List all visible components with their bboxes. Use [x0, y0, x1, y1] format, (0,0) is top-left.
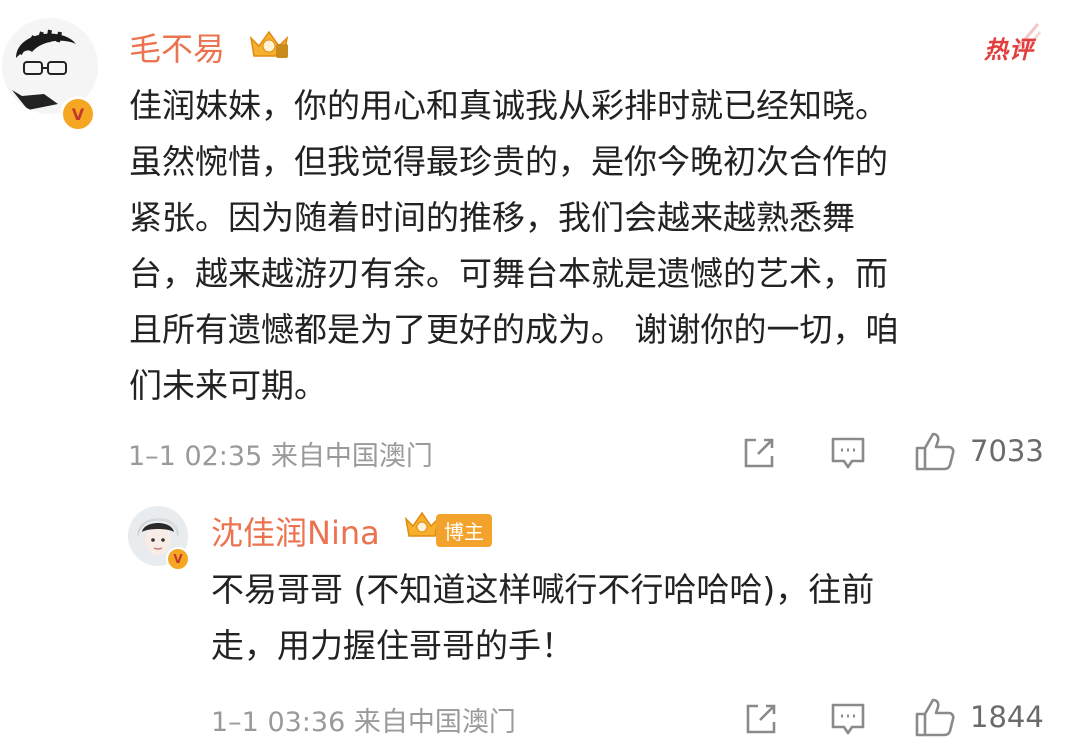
vip-crown-icon — [404, 511, 440, 537]
comment-text-line: 佳润妹妹，你的用心和真诚我从彩排时就已经知晓。 — [129, 86, 888, 125]
like-icon[interactable] — [914, 430, 956, 472]
like-count: 1844 — [970, 700, 1044, 734]
like-icon[interactable] — [914, 696, 956, 738]
reply-text: 不易哥哥 (不知道这样喊行不行哈哈哈)，往前 走，用力握住哥哥的手！ — [211, 562, 1041, 674]
share-icon[interactable] — [744, 702, 778, 736]
comment-text-line: 台，越来越游刃有余。可舞台本就是遗憾的艺术，而 — [129, 254, 888, 293]
comment-text-line: 且所有遗憾都是为了更好的成为。 谢谢你的一切，咱 — [129, 310, 899, 349]
vip-crown-icon — [249, 30, 289, 58]
comment-text-line: 们未来可期。 — [129, 366, 327, 405]
hot-comment-badge: 热评 — [984, 36, 1034, 64]
reply-text-line: 不易哥哥 (不知道这样喊行不行哈哈哈)，往前 — [211, 570, 875, 609]
comment-meta: 1–1 02:35 来自中国澳门 — [128, 441, 433, 472]
like-count: 7033 — [970, 434, 1044, 468]
verified-badge-icon: V — [60, 96, 96, 132]
verified-badge-icon: V — [166, 547, 190, 571]
comment-icon[interactable] — [830, 702, 866, 736]
comment-icon[interactable] — [830, 436, 866, 470]
share-icon[interactable] — [742, 436, 776, 470]
reply-text-line: 走，用力握住哥哥的手！ — [211, 626, 574, 665]
comment-thread: V 毛不易 热评 佳润妹妹，你的用心和真诚我从彩排时就已经知晓。 虽然惋惜，但我… — [0, 0, 1080, 744]
comment-text-line: 虽然惋惜，但我觉得最珍贵的，是你今晚初次合作的 — [129, 142, 888, 181]
comment-text: 佳润妹妹，你的用心和真诚我从彩排时就已经知晓。 虽然惋惜，但我觉得最珍贵的，是你… — [129, 78, 1039, 414]
comment-username[interactable]: 毛不易 — [129, 24, 225, 70]
reply-meta: 1–1 03:36 来自中国澳门 — [211, 707, 516, 738]
blogger-tag: 博主 — [436, 514, 492, 547]
reply-username[interactable]: 沈佳润Nina — [211, 508, 380, 554]
comment-text-line: 紧张。因为随着时间的推移，我们会越来越熟悉舞 — [129, 198, 855, 237]
